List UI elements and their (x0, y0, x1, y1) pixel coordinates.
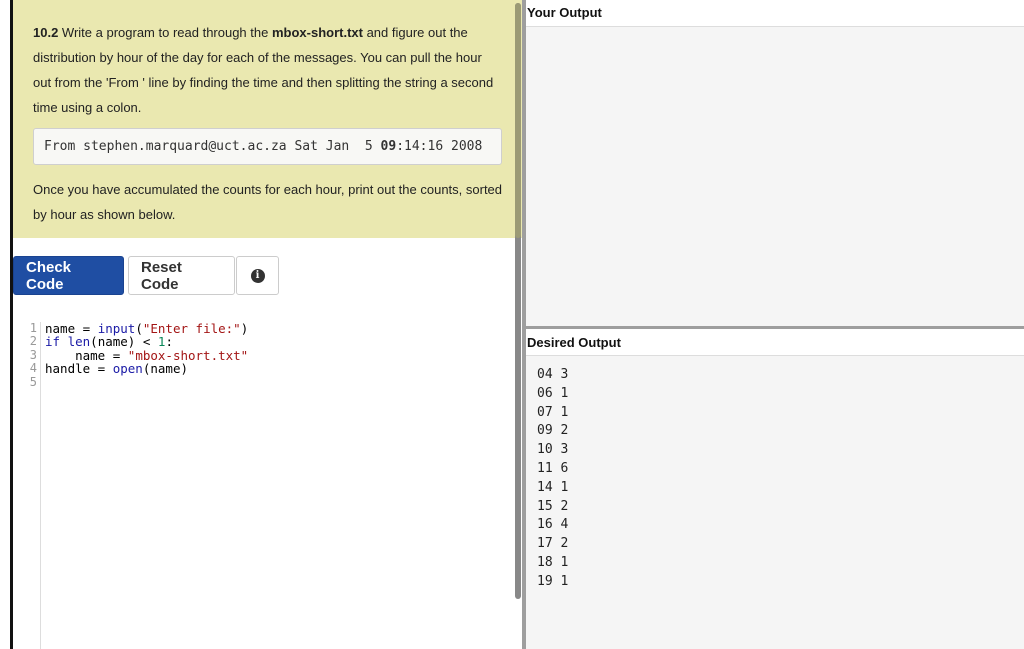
output-line: 15 2 (537, 498, 569, 514)
sample-from-line: From stephen.marquard@uct.ac.za Sat Jan … (33, 128, 502, 165)
button-row: Check Code Reset Code i (13, 256, 279, 296)
sample-hour: 09 (380, 139, 397, 154)
code-editor[interactable]: 1 2 3 4 5 name = input("Enter file:") if … (13, 321, 522, 649)
code-line: name = "mbox-short.txt" (45, 347, 249, 363)
output-line: 04 3 (537, 367, 569, 382)
desired-output-panel: Desired Output 04 3 06 1 07 1 09 2 10 3 11 6 1… (526, 329, 1024, 649)
output-line: 17 2 (537, 536, 569, 552)
output-line: 19 1 (537, 573, 569, 589)
right-pane: Your Output Desired Output 04 3 06 1 07 10… (526, 0, 1024, 649)
output-line: 07 1 (537, 404, 569, 420)
problem-number: 10.2 (33, 25, 59, 40)
output-line: 14 1 (537, 479, 569, 495)
output-line: 11 6 (537, 460, 569, 476)
code-line: if len(name) < 1: (45, 334, 173, 350)
line-number: 3 (29, 347, 37, 362)
info-icon: i (250, 268, 265, 283)
left-pane: 10.2 Write a program to read through the… (13, 0, 522, 649)
desired-output-text: 04 3 06 1 07 1 09 2 10 3 11 6 14 1 15 2 16 4 17 2… (526, 356, 1024, 592)
info-button[interactable]: i (236, 256, 279, 295)
code-line: name = input("Enter file:") (45, 321, 249, 336)
output-line: 10 3 (537, 442, 569, 458)
line-number-gutter: 1 2 3 4 5 (13, 321, 41, 649)
problem-scrollbar[interactable] (515, 3, 521, 238)
line-number: 4 (29, 361, 37, 376)
problem-filename: mbox-short.txt (271, 25, 363, 40)
output-line: 09 2 (537, 423, 569, 439)
your-output-title: Your Output (526, 0, 1024, 27)
line-number: 1 (29, 321, 37, 335)
code-text[interactable]: name = input("Enter file:") if len(name) … (45, 322, 248, 389)
output-line: 16 4 (537, 517, 569, 533)
problem-statement: 10.2 Write a program to read through the… (13, 0, 522, 238)
line-number: 2 (29, 334, 37, 349)
line-number: 5 (29, 374, 37, 389)
problem-text-2: Once you have accumulated the counts for… (33, 182, 503, 222)
desired-output-title: Desired Output (526, 329, 1024, 356)
output-line: 06 1 (537, 385, 569, 401)
output-line: 18 1 (537, 554, 569, 570)
your-output-panel: Your Output (526, 0, 1024, 327)
code-line: handle = open(name) (45, 361, 188, 377)
problem-text: 10.2 Write a program to read through the… (33, 25, 494, 115)
reset-code-button[interactable]: Reset Code (128, 256, 235, 295)
check-code-button[interactable]: Check Code (13, 256, 124, 295)
